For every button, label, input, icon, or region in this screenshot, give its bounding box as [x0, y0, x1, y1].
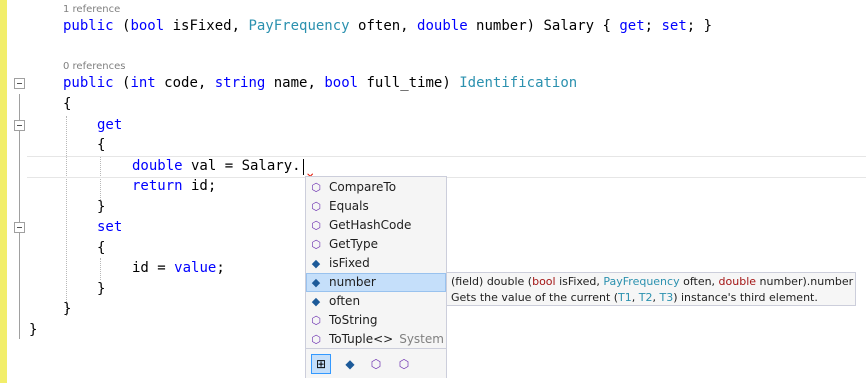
- method-cube-icon: ⬡: [311, 219, 321, 232]
- code-line-salary[interactable]: public (bool isFixed, PayFrequency often…: [63, 16, 712, 36]
- collapse-property-icon[interactable]: [14, 78, 25, 89]
- completion-item-number[interactable]: ◆ number: [306, 273, 446, 292]
- code-brace[interactable]: }: [63, 299, 71, 319]
- extension-filter-icon[interactable]: ⬡: [394, 354, 414, 374]
- field-icon: ◆: [311, 276, 321, 289]
- method-cube-icon: ⬡: [311, 181, 321, 194]
- code-brace[interactable]: }: [97, 197, 105, 217]
- quick-info-tooltip: (field) double (bool isFixed, PayFrequen…: [446, 272, 856, 306]
- code-brace[interactable]: {: [63, 94, 71, 114]
- completion-item-equals[interactable]: ⬡ Equals: [307, 197, 445, 216]
- change-margin: [0, 0, 7, 383]
- collapse-set-icon[interactable]: [14, 222, 25, 233]
- code-brace[interactable]: }: [97, 279, 105, 299]
- method-cube-icon: ⬡: [311, 200, 321, 213]
- extension-method-icon: ⬡: [311, 333, 321, 346]
- code-brace[interactable]: {: [97, 238, 105, 258]
- completion-item-isfixed[interactable]: ◆ isFixed: [307, 254, 445, 273]
- code-set-keyword[interactable]: set: [97, 217, 122, 237]
- field-icon: ◆: [311, 295, 321, 308]
- completion-item-compareto[interactable]: ⬡ CompareTo: [307, 178, 445, 197]
- collapse-get-icon[interactable]: [14, 120, 25, 131]
- tooltip-signature: (field) double (bool isFixed, PayFrequen…: [451, 275, 854, 288]
- completion-item-tostring[interactable]: ⬡ ToString: [307, 311, 445, 330]
- codelens-references[interactable]: 0 references: [63, 61, 126, 72]
- code-line-set-value[interactable]: id = value;: [132, 258, 225, 278]
- code-line-identification[interactable]: public (int code, string name, bool full…: [63, 73, 577, 93]
- completion-item-often[interactable]: ◆ often: [307, 292, 445, 311]
- intellisense-completion-list[interactable]: ⬡ CompareTo ⬡ Equals ⬡ GetHashCode ⬡ Get…: [305, 176, 447, 378]
- completion-filter-bar: ⊞ ◆ ⬡ ⬡: [306, 348, 446, 378]
- expand-filter-icon[interactable]: ⊞: [311, 354, 331, 374]
- indent-guide: [100, 258, 101, 280]
- completion-item-gethashcode[interactable]: ⬡ GetHashCode: [307, 216, 445, 235]
- code-line-return[interactable]: return id;: [132, 176, 216, 196]
- method-cube-icon: ⬡: [311, 314, 321, 327]
- method-cube-icon: ⬡: [311, 238, 321, 251]
- completion-item-gettype[interactable]: ⬡ GetType: [307, 235, 445, 254]
- code-brace[interactable]: {: [97, 135, 105, 155]
- code-brace[interactable]: }: [29, 320, 37, 340]
- field-filter-icon[interactable]: ◆: [340, 354, 360, 374]
- codelens-references[interactable]: 1 reference: [63, 4, 120, 15]
- method-filter-icon[interactable]: ⬡: [366, 354, 386, 374]
- code-line-assign[interactable]: double val = Salary.: [132, 156, 301, 176]
- text-caret: [303, 159, 304, 175]
- tooltip-description: Gets the value of the current (T1, T2, T…: [451, 291, 818, 304]
- completion-item-totuple[interactable]: ⬡ ToTuple<> System: [307, 330, 445, 349]
- indent-guide: [66, 116, 67, 316]
- field-icon: ◆: [311, 257, 321, 270]
- code-get-keyword[interactable]: get: [97, 115, 122, 135]
